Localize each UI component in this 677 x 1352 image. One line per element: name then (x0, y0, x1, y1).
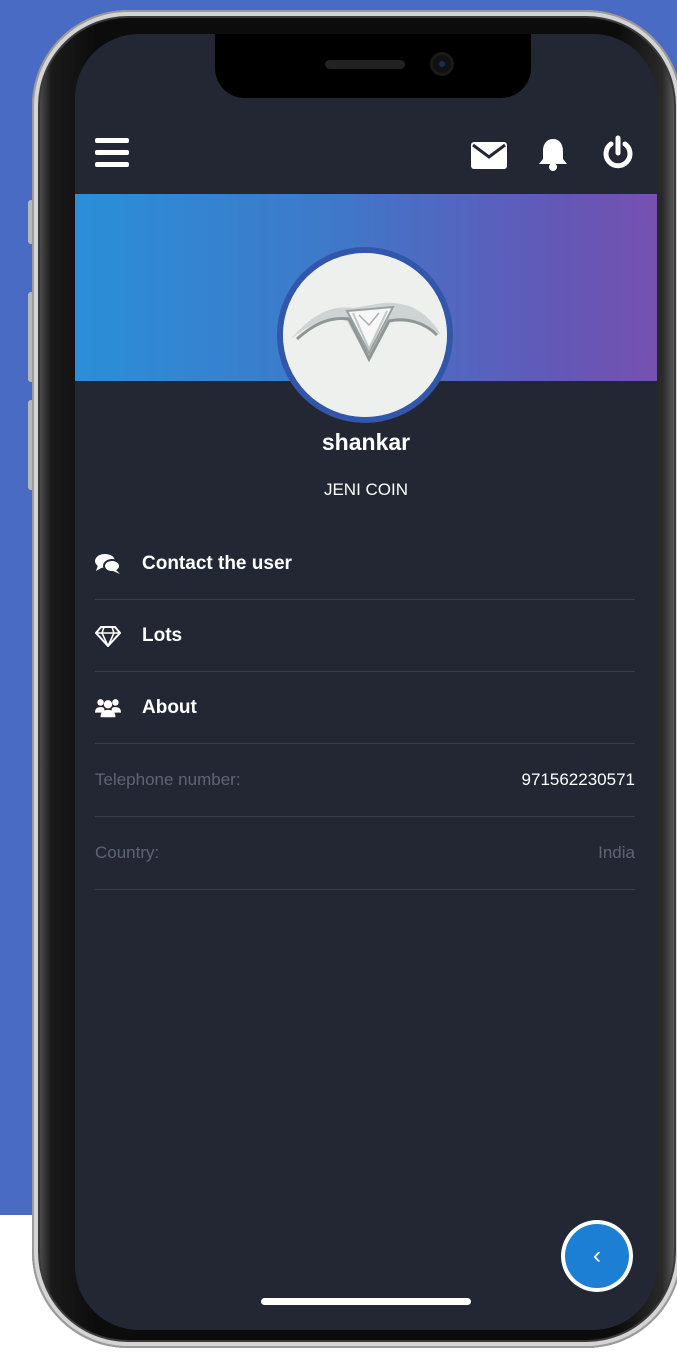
diamond-icon (95, 623, 121, 649)
power-icon[interactable] (601, 135, 635, 176)
telephone-label: Telephone number: (95, 770, 241, 789)
chevron-left-icon: ‹ (593, 1242, 601, 1269)
user-company: JENI COIN (323, 480, 409, 499)
menu-item-about[interactable]: About (95, 672, 635, 744)
avatar (277, 247, 453, 423)
menu-item-lots[interactable]: Lots (95, 600, 635, 672)
country-value: India (598, 843, 635, 862)
chat-bubbles-icon (95, 551, 121, 577)
avatar-photo (283, 253, 447, 417)
speaker-grille (325, 60, 405, 69)
back-fab-button[interactable]: ‹ (565, 1224, 629, 1288)
phone-screen: shankar JENI COIN Contact the user Lots … (75, 34, 657, 1330)
menu-item-contact-user[interactable]: Contact the user (95, 528, 635, 600)
menu-item-label: About (142, 696, 197, 718)
user-name: shankar (321, 429, 411, 455)
country-label: Country: (95, 843, 160, 862)
telephone-value: 971562230571 (521, 770, 635, 789)
top-navigation-bar (75, 124, 657, 184)
users-group-icon (95, 695, 121, 721)
profile-menu: Contact the user Lots About Telephone nu… (95, 528, 635, 890)
telephone-row: Telephone number: 971562230571 (95, 744, 635, 817)
phone-notch (215, 34, 531, 98)
menu-item-label: Contact the user (142, 552, 292, 574)
home-indicator[interactable] (261, 1298, 471, 1305)
envelope-icon[interactable] (471, 142, 507, 174)
bell-icon[interactable] (537, 137, 569, 176)
hamburger-menu-icon[interactable] (95, 138, 129, 168)
front-camera (433, 55, 451, 73)
country-row: Country: India (95, 817, 635, 890)
menu-item-label: Lots (142, 624, 183, 646)
